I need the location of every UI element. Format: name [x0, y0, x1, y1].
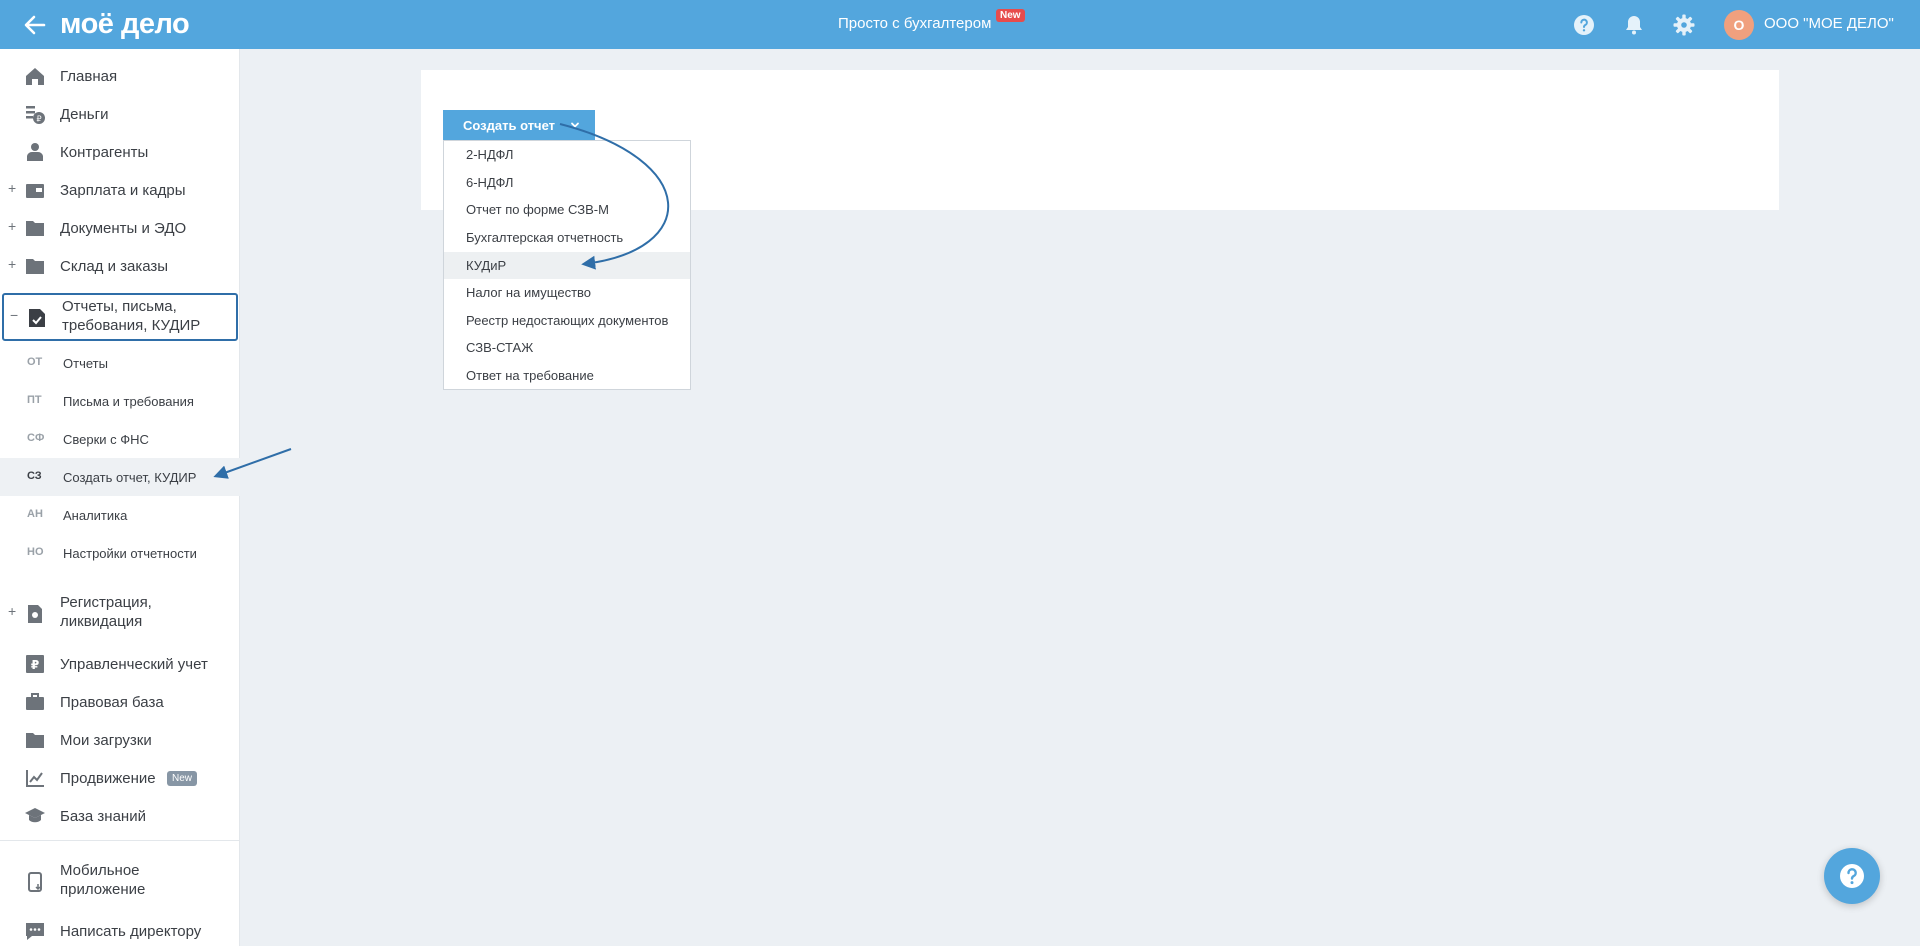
sidebar-item-label: Мобильное приложение — [60, 862, 146, 898]
back-arrow-icon[interactable] — [22, 12, 48, 38]
logo[interactable]: моё дело — [60, 8, 190, 41]
subitem-abbr: ПТ — [27, 394, 42, 406]
sidebar-item-home[interactable]: Главная — [0, 57, 240, 95]
sidebar-item-label: Склад и заказы — [60, 258, 169, 275]
wallet-icon — [26, 184, 44, 198]
subitem-abbr: АН — [27, 508, 43, 520]
sidebar-item-legal-base[interactable]: Правовая база — [0, 683, 240, 721]
help-icon[interactable] — [1572, 13, 1596, 37]
folder-icon — [26, 221, 44, 236]
sidebar-item-salary[interactable]: + Зарплата и кадры — [0, 171, 240, 209]
sidebar-item-write-director[interactable]: Написать директору — [0, 912, 240, 946]
sidebar-item-downloads[interactable]: Мои загрузки — [0, 721, 240, 759]
collapse-icon[interactable]: − — [10, 307, 18, 323]
question-icon — [1840, 864, 1864, 888]
avatar[interactable]: О — [1724, 10, 1754, 40]
sidebar-subitem-reports[interactable]: ОТ Отчеты — [0, 344, 240, 382]
sidebar-item-promotion[interactable]: Продвижение New — [0, 759, 240, 797]
sidebar-item-reports[interactable]: − Отчеты, письма, требования, КУДИР — [2, 293, 238, 341]
sidebar-item-registration[interactable]: + Регистрация, ликвидация — [0, 591, 240, 639]
sidebar-item-label: Зарплата и кадры — [60, 182, 186, 199]
sidebar: Главная ₽ Деньги Контрагенты + Зарплата … — [0, 49, 240, 946]
new-badge: New — [996, 9, 1025, 22]
graduation-cap-icon — [25, 808, 45, 823]
sidebar-item-money[interactable]: ₽ Деньги — [0, 95, 240, 133]
sidebar-subitem-create-report[interactable]: СЗ Создать отчет, КУДИР — [0, 458, 240, 496]
sidebar-item-management[interactable]: ₽ Управленческий учет — [0, 645, 240, 683]
report-doc-icon — [29, 309, 45, 327]
subitem-abbr: ОТ — [27, 356, 43, 368]
subitem-label: Настройки отчетности — [63, 546, 197, 561]
home-icon — [26, 68, 44, 85]
sidebar-item-documents[interactable]: + Документы и ЭДО — [0, 209, 240, 247]
dropdown-item-szv-m[interactable]: Отчет по форме СЗВ-М — [444, 196, 690, 223]
dropdown-item-6ndfl[interactable]: 6-НДФЛ — [444, 169, 690, 196]
chat-icon — [26, 923, 44, 940]
subitem-label: Аналитика — [63, 508, 128, 523]
create-report-button[interactable]: Создать отчет — [443, 110, 595, 140]
sidebar-item-label: Управленческий учет — [60, 656, 208, 673]
sidebar-item-label: Мои загрузки — [60, 732, 152, 749]
warehouse-icon — [26, 259, 44, 274]
money-icon: ₽ — [26, 106, 45, 124]
sidebar-subitem-fns-reconciliation[interactable]: СФ Сверки с ФНС — [0, 420, 240, 458]
svg-text:₽: ₽ — [31, 658, 39, 672]
sidebar-item-label: База знаний — [60, 808, 146, 825]
bell-icon[interactable] — [1622, 13, 1646, 37]
subitem-abbr: СЗ — [27, 470, 42, 482]
subitem-abbr: СФ — [27, 432, 45, 444]
contractors-icon — [27, 143, 43, 161]
subitem-abbr: НО — [27, 546, 44, 558]
dropdown-item-accounting-report[interactable]: Бухгалтерская отчетность — [444, 224, 690, 251]
subitem-label: Сверки с ФНС — [63, 432, 149, 447]
sidebar-subitem-analytics[interactable]: АН Аналитика — [0, 496, 240, 534]
expand-icon[interactable]: + — [8, 180, 16, 196]
dropdown-item-missing-docs-registry[interactable]: Реестр недостающих документов — [444, 307, 690, 334]
subitem-label: Отчеты — [63, 356, 108, 371]
sidebar-item-knowledge-base[interactable]: База знаний — [0, 797, 240, 835]
sidebar-item-label: Документы и ЭДО — [60, 220, 187, 237]
growth-chart-icon — [26, 770, 44, 787]
sidebar-item-contractors[interactable]: Контрагенты — [0, 133, 240, 171]
sidebar-item-label: Правовая база — [60, 694, 164, 711]
expand-icon[interactable]: + — [8, 603, 16, 619]
sidebar-divider — [0, 840, 240, 841]
top-header: моё дело Просто с бухгалтером New О ООО … — [0, 0, 1920, 49]
dropdown-item-szv-stazh[interactable]: СЗВ-СТАЖ — [444, 334, 690, 361]
sidebar-item-warehouse[interactable]: + Склад и заказы — [0, 247, 240, 285]
sidebar-item-label: Написать директору — [60, 923, 202, 940]
dropdown-item-kudir[interactable]: КУДиР — [444, 252, 690, 279]
dropdown-item-property-tax[interactable]: Налог на имущество — [444, 279, 690, 306]
sidebar-item-label: Регистрация, ликвидация — [60, 594, 152, 630]
sidebar-item-mobile-app[interactable]: Мобильное приложение — [0, 859, 240, 907]
mobile-phone-icon — [28, 872, 42, 892]
subitem-label: Письма и требования — [63, 394, 194, 409]
chevron-down-icon — [571, 122, 579, 128]
sidebar-item-label: Отчеты, письма, требования, КУДИР — [62, 298, 201, 334]
dropdown-item-requirement-response[interactable]: Ответ на требование — [444, 362, 690, 389]
registration-doc-icon — [28, 605, 42, 623]
briefcase-icon — [26, 693, 44, 710]
sidebar-subitem-report-settings[interactable]: НО Настройки отчетности — [0, 534, 240, 572]
sidebar-item-label: Деньги — [60, 106, 109, 123]
header-title[interactable]: Просто с бухгалтером — [838, 15, 991, 32]
gear-icon[interactable] — [1672, 13, 1696, 37]
report-type-dropdown: 2-НДФЛ 6-НДФЛ Отчет по форме СЗВ-М Бухга… — [443, 140, 691, 390]
expand-icon[interactable]: + — [8, 256, 16, 272]
svg-text:₽: ₽ — [36, 115, 41, 124]
sidebar-subitem-letters[interactable]: ПТ Письма и требования — [0, 382, 240, 420]
company-name[interactable]: ООО "МОЕ ДЕЛО" — [1764, 15, 1894, 32]
new-badge: New — [167, 771, 198, 786]
sidebar-item-label: Продвижение — [60, 770, 156, 787]
dropdown-item-2ndfl[interactable]: 2-НДФЛ — [444, 141, 690, 168]
sidebar-item-label: Контрагенты — [60, 144, 149, 161]
sidebar-item-label: Главная — [60, 68, 118, 85]
expand-icon[interactable]: + — [8, 218, 16, 234]
management-icon: ₽ — [26, 655, 44, 673]
subitem-label: Создать отчет, КУДИР — [63, 470, 197, 485]
help-chat-button[interactable] — [1824, 848, 1880, 904]
folder-icon — [26, 733, 44, 748]
create-report-label: Создать отчет — [463, 117, 556, 133]
